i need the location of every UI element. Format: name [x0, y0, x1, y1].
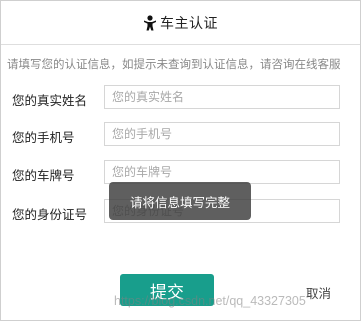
- name-input[interactable]: [104, 85, 340, 109]
- watermark: https://blog.csdn.net/qq_43327305: [114, 294, 306, 308]
- person-icon: [143, 14, 157, 31]
- name-label: 您的真实姓名: [12, 93, 88, 108]
- notice-text: 请填写您的认证信息，如提示未查询到认证信息，请咨询在线客服: [7, 57, 341, 71]
- plate-input[interactable]: [104, 160, 340, 184]
- cancel-button[interactable]: 取消: [306, 283, 331, 302]
- phone-label: 您的手机号: [12, 130, 75, 145]
- validation-toast: 请将信息填写完整: [109, 182, 251, 220]
- plate-label: 您的车牌号: [12, 168, 75, 183]
- dialog-title: 车主认证: [160, 15, 218, 32]
- dialog-header: 车主认证: [1, 1, 360, 45]
- auth-dialog: 车主认证 请填写您的认证信息，如提示未查询到认证信息，请咨询在线客服 您的真实姓…: [0, 0, 361, 321]
- id-label: 您的身份证号: [12, 207, 88, 222]
- form-row-name: 您的真实姓名: [1, 85, 360, 111]
- phone-input[interactable]: [104, 122, 340, 146]
- form-row-phone: 您的手机号: [1, 122, 360, 148]
